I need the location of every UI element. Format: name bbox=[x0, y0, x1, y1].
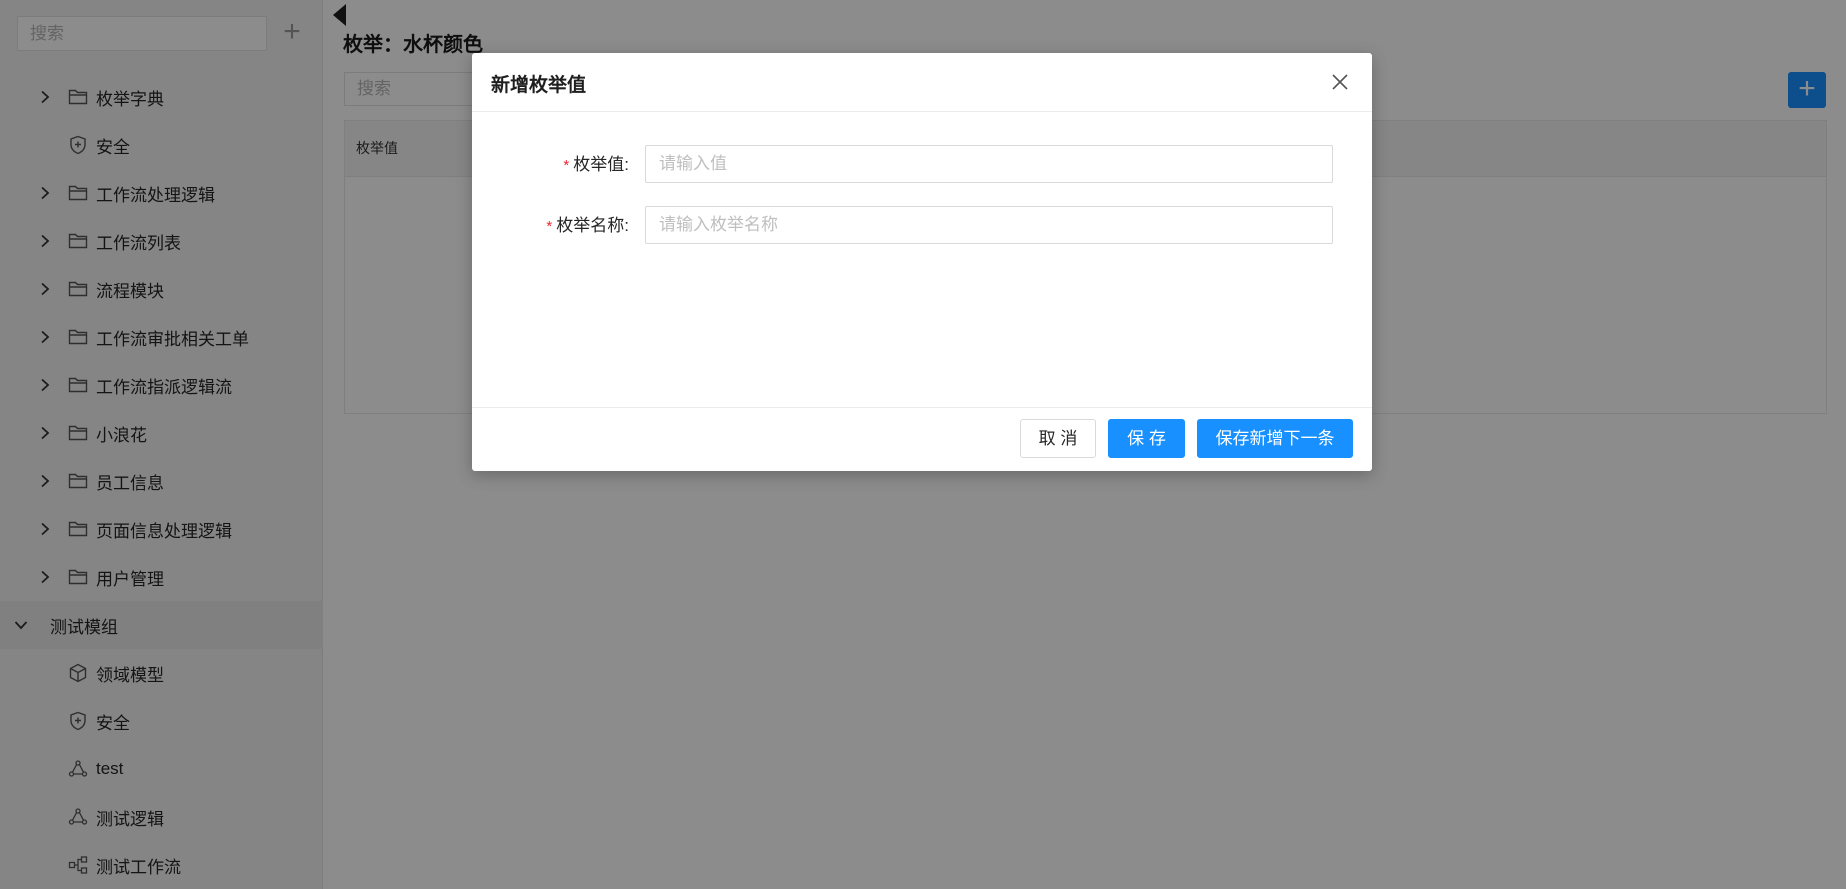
save-and-add-next-button[interactable]: 保存新增下一条 bbox=[1197, 419, 1353, 458]
dialog-title: 新增枚举值 bbox=[491, 75, 587, 96]
dialog-header: 新增枚举值 bbox=[472, 53, 1372, 112]
required-mark: * bbox=[563, 157, 570, 174]
save-button[interactable]: 保 存 bbox=[1108, 419, 1185, 458]
add-enum-value-dialog: 新增枚举值 * 枚举值: 请输入值 * 枚举名称: 请输入枚举名称 取 消 保 存 … bbox=[472, 53, 1372, 471]
enum-value-input[interactable]: 请输入值 bbox=[645, 145, 1333, 183]
close-icon[interactable] bbox=[1330, 72, 1350, 92]
enum-value-label: * 枚举值: bbox=[563, 145, 629, 185]
required-mark: * bbox=[546, 218, 553, 235]
dialog-footer: 取 消 保 存 保存新增下一条 bbox=[472, 407, 1372, 472]
form-row-enum-name: * 枚举名称: 请输入枚举名称 bbox=[472, 206, 1372, 246]
enum-name-label: * 枚举名称: bbox=[546, 206, 629, 246]
cancel-button[interactable]: 取 消 bbox=[1020, 419, 1096, 458]
form-row-enum-value: * 枚举值: 请输入值 bbox=[472, 145, 1372, 185]
enum-value-label-text: 枚举值: bbox=[573, 155, 629, 174]
enum-name-label-text: 枚举名称: bbox=[556, 216, 629, 235]
enum-name-input[interactable]: 请输入枚举名称 bbox=[645, 206, 1333, 244]
